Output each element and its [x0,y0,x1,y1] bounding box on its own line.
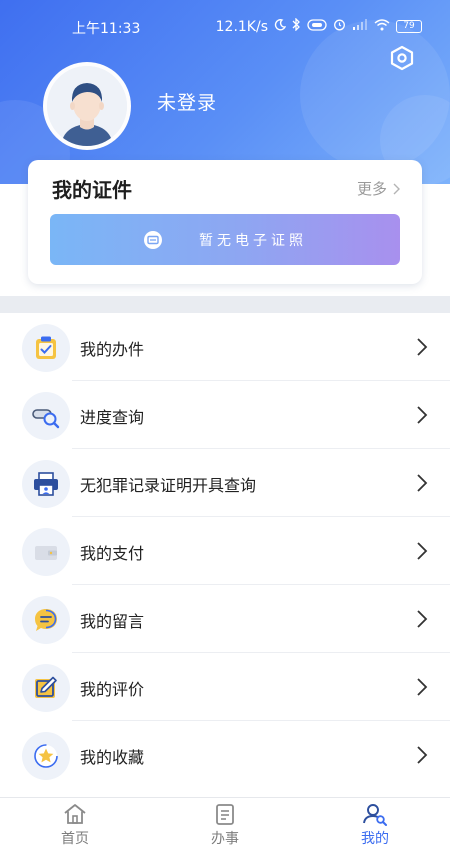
bluetooth-icon [292,17,301,35]
tab-mine[interactable]: 我的 [300,798,450,850]
moon-icon [274,18,287,35]
no-certificate-text: 暂无电子证照 [199,232,307,249]
signal-icon [352,18,368,35]
home-icon [64,804,86,824]
clipboard-check-icon [22,324,70,372]
menu-item-my-favorites[interactable]: 我的收藏 [0,721,450,789]
menu-label: 我的评价 [80,680,145,699]
menu-label: 我的收藏 [80,748,145,767]
tab-home[interactable]: 首页 [0,798,150,850]
wallet-icon [22,528,70,576]
menu-item-my-reviews[interactable]: 我的评价 [0,653,450,721]
menu-item-progress-query[interactable]: 进度查询 [0,381,450,449]
menu-label: 我的支付 [80,544,145,563]
avatar[interactable] [43,62,131,150]
menu-item-my-messages[interactable]: 我的留言 [0,585,450,653]
certificates-title: 我的证件 [52,178,132,202]
tab-label: 首页 [61,831,89,847]
bottom-tab-bar: 首页 办事 我的 [0,797,450,850]
tab-label: 我的 [361,831,389,847]
no-e-certificate-banner[interactable]: 暂无电子证照 [50,214,400,265]
printer-id-icon [22,460,70,508]
chevron-right-icon [417,746,428,764]
chevron-right-icon [417,678,428,696]
menu-label: 我的办件 [80,340,145,359]
star-icon [22,732,70,780]
menu-item-my-payments[interactable]: 我的支付 [0,517,450,585]
hd-icon [307,18,327,35]
progress-search-icon [22,392,70,440]
menu-label: 进度查询 [80,408,145,427]
chevron-right-icon [393,183,400,194]
network-speed: 12.1K/s [215,18,268,35]
settings-button[interactable] [388,44,416,72]
status-time: 上午11:33 [72,21,141,37]
section-divider [0,296,450,313]
id-card-icon [144,230,162,249]
chevron-right-icon [417,542,428,560]
tab-label: 办事 [211,831,239,847]
status-icons: 12.1K/s 79 [215,17,422,35]
chevron-right-icon [417,338,428,356]
certificates-more-link[interactable]: 更多 [357,178,400,199]
profile-menu-list: 我的办件 进度查询 无犯罪记录证明开具查询 我的支付 我的留言 我的评价 我的收… [0,313,450,789]
tab-services[interactable]: 办事 [150,798,300,850]
battery-icon: 79 [396,20,422,33]
alarm-icon [333,18,346,35]
menu-label: 无犯罪记录证明开具查询 [80,476,257,495]
menu-item-no-criminal-record[interactable]: 无犯罪记录证明开具查询 [0,449,450,517]
login-status-text[interactable]: 未登录 [157,88,217,115]
more-label: 更多 [356,180,387,198]
user-search-icon [363,804,387,826]
menu-item-my-applications[interactable]: 我的办件 [0,313,450,381]
default-avatar-icon [47,66,127,146]
edit-note-icon [22,664,70,712]
chevron-right-icon [417,610,428,628]
status-bar: 上午11:33 12.1K/s 79 [0,14,450,40]
chevron-right-icon [417,474,428,492]
document-icon [216,804,234,825]
my-certificates-card: 我的证件 更多 暂无电子证照 [28,160,422,284]
menu-label: 我的留言 [80,612,145,631]
wifi-icon [374,18,390,35]
chevron-right-icon [417,406,428,424]
settings-hexagon-icon [390,45,414,71]
chat-bubble-icon [22,596,70,644]
